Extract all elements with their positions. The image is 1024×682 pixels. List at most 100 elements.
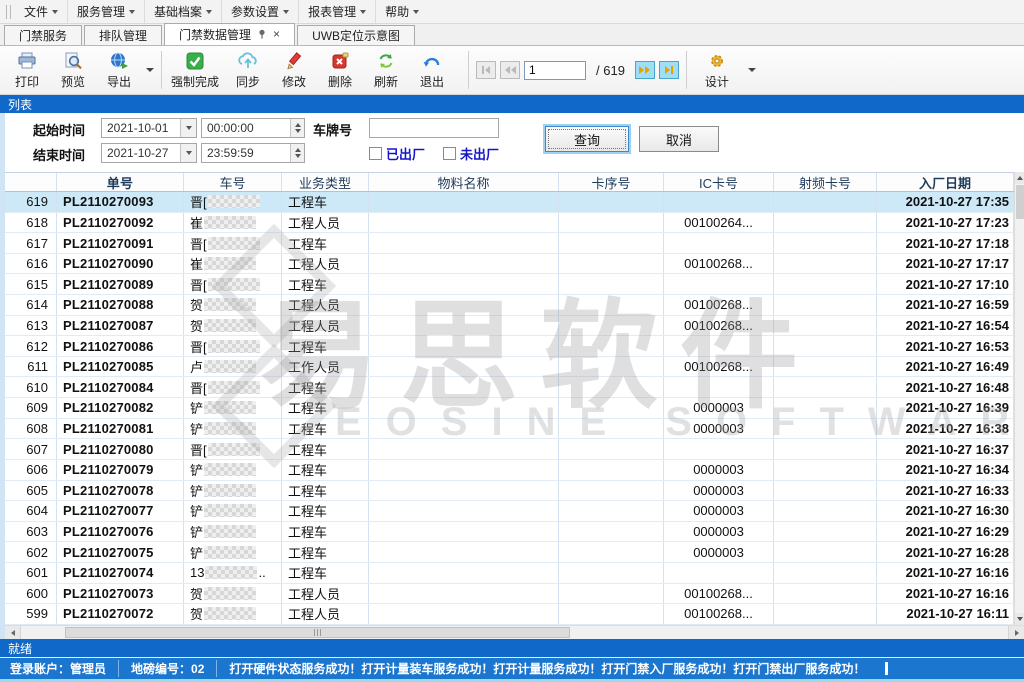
cancel-button[interactable]: 取消 [639,126,719,152]
cell-rownum: 616 [5,254,57,274]
chevron-down-icon[interactable] [180,119,196,137]
exit-button[interactable]: 退出 [409,49,455,92]
cell-entry-date: 2021-10-27 17:23 [877,213,1014,233]
tab-gate-service[interactable]: 门禁服务 [4,25,82,45]
menu-report-mgmt[interactable]: 报表管理 [298,0,375,23]
scroll-down-icon[interactable] [1015,613,1024,625]
next-page-button[interactable] [635,61,655,79]
chevron-down-icon [52,10,58,14]
first-page-button[interactable] [476,61,496,79]
table-row[interactable]: 612PL2110270086晋[工程车2021-10-27 16:53 [5,336,1024,357]
refresh-button[interactable]: 刷新 [363,49,409,92]
end-date-select[interactable]: 2021-10-27 [101,143,197,163]
table-row[interactable]: 609PL2110270082铲工程车00000032021-10-27 16:… [5,398,1024,419]
cell-material-name [369,233,559,253]
cell-business-type: 工程车 [282,192,369,212]
tab-queue-mgmt[interactable]: 排队管理 [84,25,162,45]
header-vehicle-no[interactable]: 车号 [184,173,282,191]
design-overflow-caret[interactable] [748,68,756,72]
design-button[interactable]: 设计 [694,49,740,92]
tab-gate-data-mgmt[interactable]: 门禁数据管理 × [164,23,295,45]
table-row[interactable]: 607PL2110270080晋[工程车2021-10-27 16:37 [5,439,1024,460]
cell-rownum: 618 [5,213,57,233]
table-row[interactable]: 608PL2110270081铲工程车00000032021-10-27 16:… [5,419,1024,440]
query-button[interactable]: 查询 [545,126,629,152]
print-button[interactable]: 打印 [4,49,50,92]
plate-number-input[interactable] [369,118,499,138]
delete-button[interactable]: 删除 [317,49,363,92]
table-row[interactable]: 602PL2110270075铲工程车00000032021-10-27 16:… [5,542,1024,563]
table-row[interactable]: 611PL2110270085卢工作人员00100268...2021-10-2… [5,357,1024,378]
end-time-spinner[interactable]: 23:59:59 [201,143,305,163]
exited-checkbox[interactable]: 已出厂 [369,144,425,163]
close-icon[interactable]: × [273,28,280,40]
cell-card-serial [559,398,664,418]
vertical-scroll-thumb[interactable] [1016,185,1024,219]
header-material-name[interactable]: 物料名称 [369,173,559,191]
force-complete-button[interactable]: 强制完成 [165,49,225,92]
toolbar-overflow-caret[interactable] [146,68,154,72]
header-order-no[interactable]: 单号 [57,173,184,191]
start-date-select[interactable]: 2021-10-01 [101,118,197,138]
modify-button[interactable]: 修改 [271,49,317,92]
menu-help[interactable]: 帮助 [375,0,428,23]
export-button[interactable]: 导出 [96,49,142,92]
horizontal-scrollbar[interactable] [5,625,1024,639]
table-row[interactable]: 599PL2110270072贺工程人员00100268...2021-10-2… [5,604,1024,625]
menu-file[interactable]: 文件 [15,0,67,23]
cell-rownum: 607 [5,439,57,459]
cell-rf-card [774,398,877,418]
cell-entry-date: 2021-10-27 16:54 [877,316,1014,336]
prev-page-button[interactable] [500,61,520,79]
table-row[interactable]: 617PL2110270091晋[工程车2021-10-27 17:18 [5,233,1024,254]
header-rf-card[interactable]: 射频卡号 [774,173,877,191]
menu-base-archive[interactable]: 基础档案 [144,0,221,23]
cell-entry-date: 2021-10-27 16:28 [877,542,1014,562]
cell-rownum: 617 [5,233,57,253]
spinner-arrows-icon[interactable] [290,144,304,162]
cell-order-no: PL2110270090 [57,254,184,274]
last-page-button[interactable] [659,61,679,79]
cell-material-name [369,336,559,356]
table-row[interactable]: 605PL2110270078铲工程车00000032021-10-27 16:… [5,481,1024,502]
header-business-type[interactable]: 业务类型 [282,173,369,191]
scroll-left-icon[interactable] [5,626,21,639]
header-entry-date[interactable]: 入厂日期 [877,173,1014,191]
table-row[interactable]: 619PL2110270093晋[工程车2021-10-27 17:35 [5,192,1024,213]
vertical-scrollbar[interactable] [1014,172,1024,625]
header-rownum[interactable] [5,173,57,191]
header-ic-card[interactable]: IC卡号 [664,173,774,191]
scroll-right-icon[interactable] [1008,626,1024,639]
table-row[interactable]: 600PL2110270073贺工程人员00100268...2021-10-2… [5,584,1024,605]
table-row[interactable]: 606PL2110270079铲工程车00000032021-10-27 16:… [5,460,1024,481]
table-row[interactable]: 618PL2110270092崔工程人员00100264...2021-10-2… [5,213,1024,234]
menu-parameter-settings[interactable]: 参数设置 [221,0,298,23]
table-row[interactable]: 613PL2110270087贺工程人员00100268...2021-10-2… [5,316,1024,337]
horizontal-scroll-thumb[interactable] [65,627,570,638]
cell-card-serial [559,501,664,521]
table-row[interactable]: 610PL2110270084晋[工程车2021-10-27 16:48 [5,377,1024,398]
cell-vehicle-no: 崔 [184,254,282,274]
header-card-serial[interactable]: 卡序号 [559,173,664,191]
table-row[interactable]: 615PL2110270089晋[工程车2021-10-27 17:10 [5,274,1024,295]
text-cursor [885,662,888,675]
gear-icon [708,51,726,71]
table-row[interactable]: 614PL2110270088贺工程人员00100268...2021-10-2… [5,295,1024,316]
scroll-up-icon[interactable] [1015,172,1024,184]
menu-service-mgmt[interactable]: 服务管理 [67,0,144,23]
tab-uwb-map[interactable]: UWB定位示意图 [297,25,415,45]
not-exited-checkbox[interactable]: 未出厂 [443,144,499,163]
pin-icon[interactable] [257,29,267,39]
chevron-down-icon[interactable] [180,144,196,162]
cell-card-serial [559,481,664,501]
start-time-spinner[interactable]: 00:00:00 [201,118,305,138]
table-row[interactable]: 601PL211027007413..工程车2021-10-27 16:16 [5,563,1024,584]
table-row[interactable]: 616PL2110270090崔工程人员00100268...2021-10-2… [5,254,1024,275]
prev-page-icon [511,66,516,74]
sync-button[interactable]: 同步 [225,49,271,92]
page-number-input[interactable] [524,61,586,80]
spinner-arrows-icon[interactable] [290,119,304,137]
preview-button[interactable]: 预览 [50,49,96,92]
table-row[interactable]: 604PL2110270077铲工程车00000032021-10-27 16:… [5,501,1024,522]
table-row[interactable]: 603PL2110270076铲工程车00000032021-10-27 16:… [5,522,1024,543]
